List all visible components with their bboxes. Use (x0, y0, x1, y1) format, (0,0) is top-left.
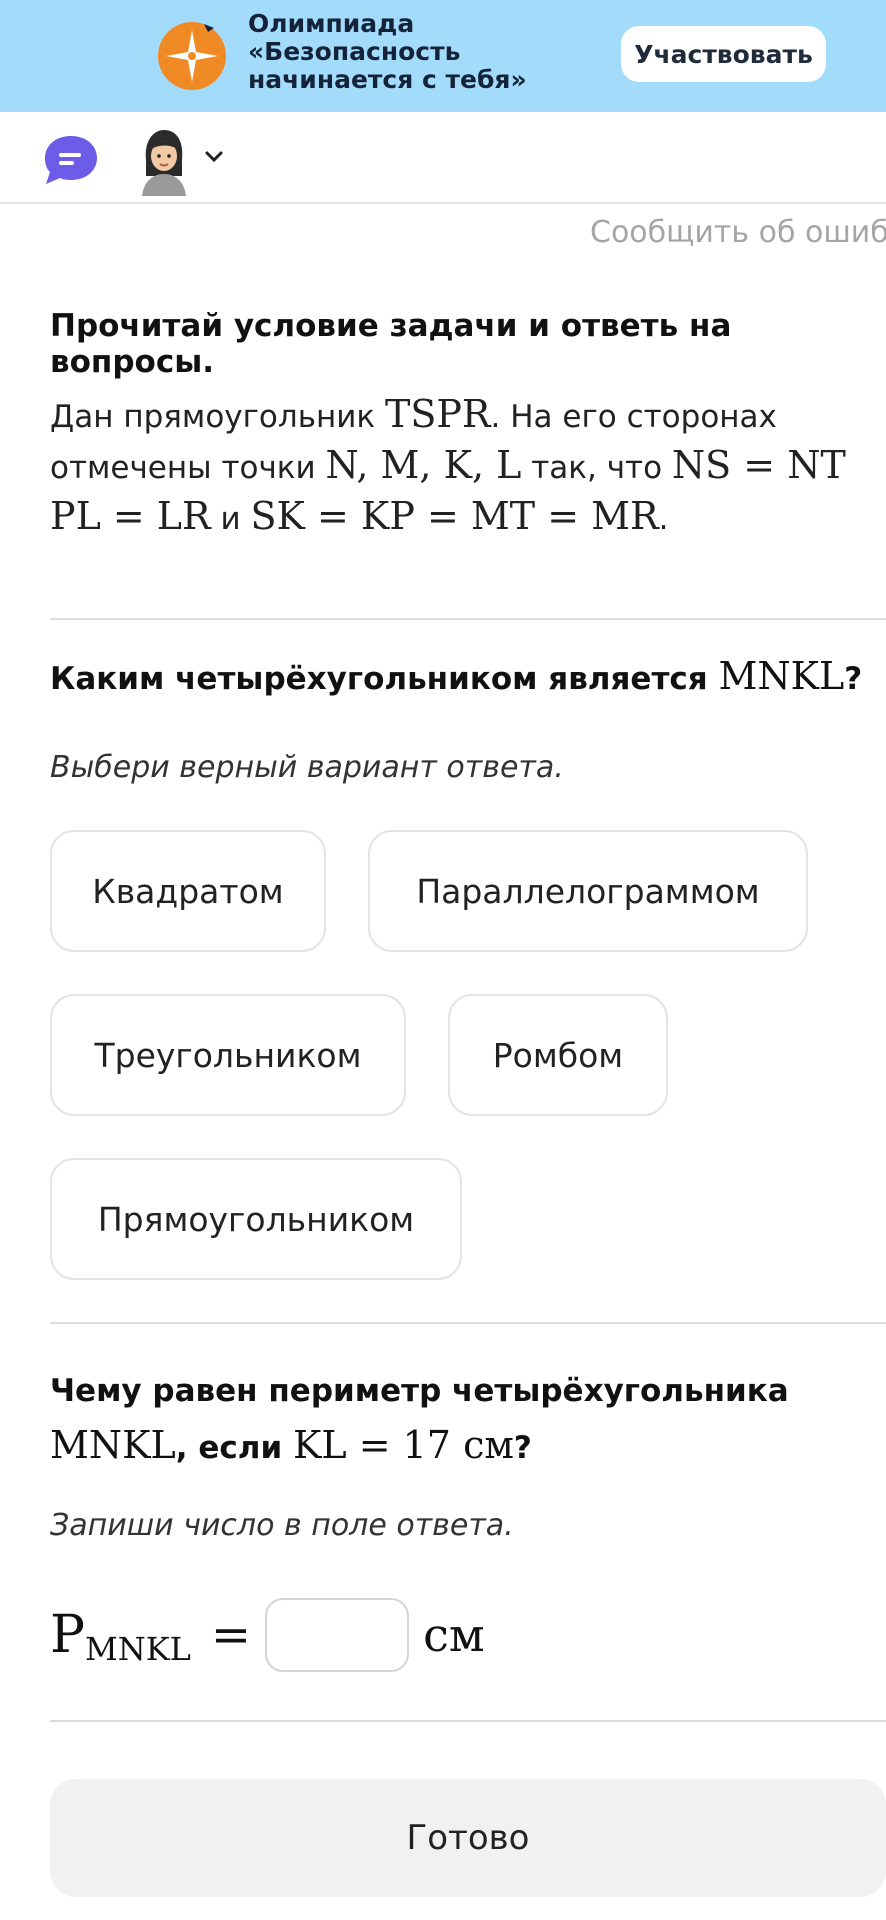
compass-rose-icon (158, 22, 226, 90)
condition-text: Дан прямоугольник (50, 399, 385, 435)
condition-math: NS = NT (671, 443, 846, 487)
question-math: KL = 17 (293, 1423, 451, 1467)
participate-button[interactable]: Участвовать (621, 26, 826, 82)
chevron-down-icon (205, 151, 223, 163)
condition-math: N, M, K, L (325, 443, 522, 487)
profile-menu[interactable] (136, 126, 236, 196)
condition-text: так, что (521, 450, 672, 486)
condition-math: TSPR (384, 392, 491, 436)
perimeter-input[interactable] (265, 1598, 410, 1672)
question-math: MNKL (718, 654, 845, 698)
report-error-link[interactable]: Сообщить об ошиб (590, 215, 886, 250)
banner-title-line: начинается с тебя» (248, 65, 527, 94)
option-triangle[interactable]: Треугольником (50, 994, 406, 1116)
condition-text: и (210, 501, 251, 537)
question-2-line-2: MNKL, если KL = 17 см? (50, 1418, 886, 1475)
task-heading: Прочитай условие задачи и ответь на вопр… (50, 308, 732, 380)
condition-math: PL = LR (50, 494, 211, 538)
question-text: Каким четырёхугольником является (50, 661, 719, 697)
banner-title-line: «Безопасность (248, 37, 461, 66)
divider (50, 618, 886, 620)
question-text: Чему равен периметр четырёхугольника (50, 1373, 789, 1409)
question-text: ? (844, 661, 863, 697)
olympiad-banner[interactable]: Олимпиада «Безопасность начинается с теб… (0, 0, 886, 112)
option-square[interactable]: Квадратом (50, 830, 326, 952)
equals-sign: = (210, 1607, 252, 1663)
unit-label: см (423, 1608, 485, 1662)
user-avatar-icon (142, 130, 186, 196)
option-rhombus[interactable]: Ромбом (448, 994, 668, 1116)
banner-title-line: Олимпиада (248, 9, 415, 38)
perimeter-answer: P MNKL = см (50, 1590, 485, 1680)
question-1: Каким четырёхугольником является MNKL? (50, 654, 886, 698)
option-parallelogram[interactable]: Параллелограммом (368, 830, 808, 952)
question-2: Чему равен периметр четырёхугольника MNK… (50, 1364, 886, 1475)
option-rectangle[interactable]: Прямоугольником (50, 1158, 462, 1280)
condition-line-1: Дан прямоугольник TSPR. На его сторонах (50, 390, 886, 441)
condition-line-3: PL = LR и SK = KP = MT = MR. (50, 492, 886, 543)
question-text: , если (175, 1430, 293, 1466)
chat-bubble-icon[interactable] (42, 134, 100, 186)
condition-text: отмечены точки (50, 450, 326, 486)
condition-math: SK = KP = MT = MR (250, 494, 659, 538)
divider (50, 1322, 886, 1324)
task-condition: Дан прямоугольник TSPR. На его сторонах … (50, 390, 886, 543)
condition-text: . (658, 501, 669, 537)
question-1-hint: Выбери верный вариант ответа. (50, 750, 564, 785)
condition-line-2: отмечены точки N, M, K, L так, что NS = … (50, 441, 886, 492)
done-button[interactable]: Готово (50, 1779, 886, 1897)
question-text: ? (513, 1430, 532, 1466)
divider (50, 1720, 886, 1722)
question-math: MNKL (50, 1423, 176, 1467)
question-math: см (450, 1423, 514, 1467)
perimeter-symbol: P (50, 1605, 85, 1665)
question-2-hint: Запиши число в поле ответа. (50, 1508, 514, 1543)
top-bar (0, 112, 886, 204)
condition-text: . На его сторонах (490, 399, 777, 435)
banner-title: Олимпиада «Безопасность начинается с теб… (248, 10, 548, 94)
perimeter-subscript: MNKL (85, 1630, 191, 1668)
